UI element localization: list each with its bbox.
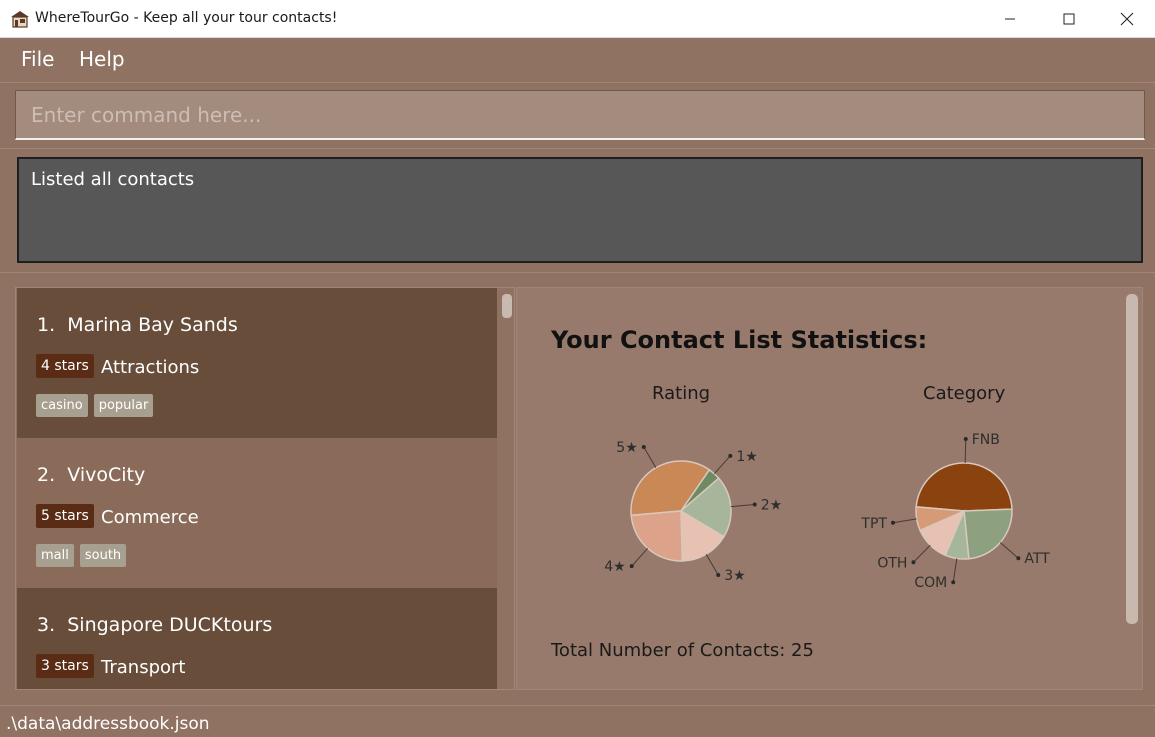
pie-label-dot	[629, 564, 634, 569]
rating-badge: 3 stars	[36, 654, 94, 678]
pie-slice	[630, 510, 683, 562]
pie-label: TPT	[860, 516, 887, 532]
pie-label-dot	[890, 520, 895, 525]
pie-label-line	[999, 542, 1019, 559]
tag-list: mall south	[36, 544, 127, 567]
list-scrollbar[interactable]	[499, 288, 514, 689]
rating-badge: 5 stars	[36, 504, 94, 528]
divider	[0, 272, 1155, 273]
contact-card[interactable]: 1. Marina Bay Sands 4 stars Attractions …	[17, 288, 497, 438]
command-input[interactable]	[16, 91, 1144, 138]
save-location: .\data\addressbook.json	[6, 714, 210, 734]
pie-label: 1★	[736, 449, 757, 465]
close-icon	[1120, 12, 1134, 26]
pie-label-line	[705, 553, 719, 576]
contact-category: Attractions	[101, 357, 200, 378]
status-bar: .\data\addressbook.json	[0, 705, 1155, 737]
pie-label-line	[892, 518, 917, 524]
pie-label: FNB	[972, 432, 1000, 448]
pie-label: OTH	[877, 555, 907, 571]
pie-label-line	[631, 547, 649, 567]
window-title: WhereTourGo - Keep all your tour contact…	[35, 10, 338, 26]
pie-label-line	[643, 446, 657, 469]
contact-card[interactable]: 2. VivoCity 5 stars Commerce mall south	[17, 438, 497, 588]
contact-name: 2. VivoCity	[37, 464, 146, 486]
statistics-panel: Your Contact List Statistics: Rating Cat…	[516, 287, 1143, 690]
pie-label-dot	[951, 580, 956, 585]
contact-category: Transport	[101, 657, 186, 678]
pie-label: 5★	[616, 440, 637, 456]
contact-card[interactable]: 3. Singapore DUCKtours 3 stars Transport	[17, 588, 497, 689]
pie-label-dot	[641, 445, 646, 450]
pie-label-dot	[1016, 556, 1021, 561]
close-button[interactable]	[1098, 0, 1155, 38]
divider	[0, 148, 1155, 149]
command-box	[15, 90, 1145, 140]
menu-bar: File Help	[0, 38, 1155, 83]
pie-label-line	[730, 504, 755, 508]
pie-label: 3★	[724, 568, 745, 584]
minimize-icon	[1005, 18, 1015, 20]
tag: casino	[36, 394, 88, 417]
title-bar: WhereTourGo - Keep all your tour contact…	[0, 0, 1155, 38]
pie-label: ATT	[1024, 551, 1050, 567]
pie-label-dot	[911, 560, 916, 565]
pie-label-line	[952, 558, 958, 583]
pie-label-dot	[963, 437, 968, 442]
contact-name: 1. Marina Bay Sands	[37, 314, 238, 336]
minimize-button[interactable]	[981, 0, 1039, 38]
menu-file[interactable]: File	[21, 47, 54, 71]
menu-help[interactable]: Help	[79, 47, 125, 71]
total-contacts: Total Number of Contacts: 25	[551, 640, 814, 661]
contact-name: 3. Singapore DUCKtours	[37, 614, 273, 636]
pie-slice	[915, 462, 1013, 512]
contact-category: Commerce	[101, 507, 199, 528]
scrollbar-thumb[interactable]	[502, 294, 512, 318]
tag: mall	[36, 544, 74, 567]
tag-list: casino popular	[36, 394, 154, 417]
pie-label-line	[713, 455, 731, 475]
tag: south	[79, 544, 127, 567]
result-display: Listed all contacts	[17, 157, 1143, 263]
pie-label-dot	[728, 453, 733, 458]
pie-slice	[963, 508, 1013, 560]
pie-label-dot	[752, 502, 757, 507]
contact-list: 1. Marina Bay Sands 4 stars Attractions …	[15, 287, 515, 690]
pie-charts: 5★ 1★ 2★ 3★ 4★ FNB ATT COM OTH TPT	[604, 432, 1050, 591]
pie-label-line	[913, 544, 931, 563]
pie-label: 2★	[761, 498, 782, 514]
pie-label-line	[964, 439, 967, 464]
tag: popular	[93, 394, 154, 417]
pie-label: 4★	[604, 559, 625, 575]
stats-scrollbar[interactable]	[1126, 294, 1138, 624]
pie-label: COM	[914, 575, 947, 591]
result-message: Listed all contacts	[31, 169, 195, 190]
house-icon	[11, 11, 29, 28]
pie-label-dot	[716, 572, 721, 577]
maximize-button[interactable]	[1040, 0, 1098, 38]
maximize-icon	[1063, 13, 1075, 25]
rating-badge: 4 stars	[36, 354, 94, 378]
